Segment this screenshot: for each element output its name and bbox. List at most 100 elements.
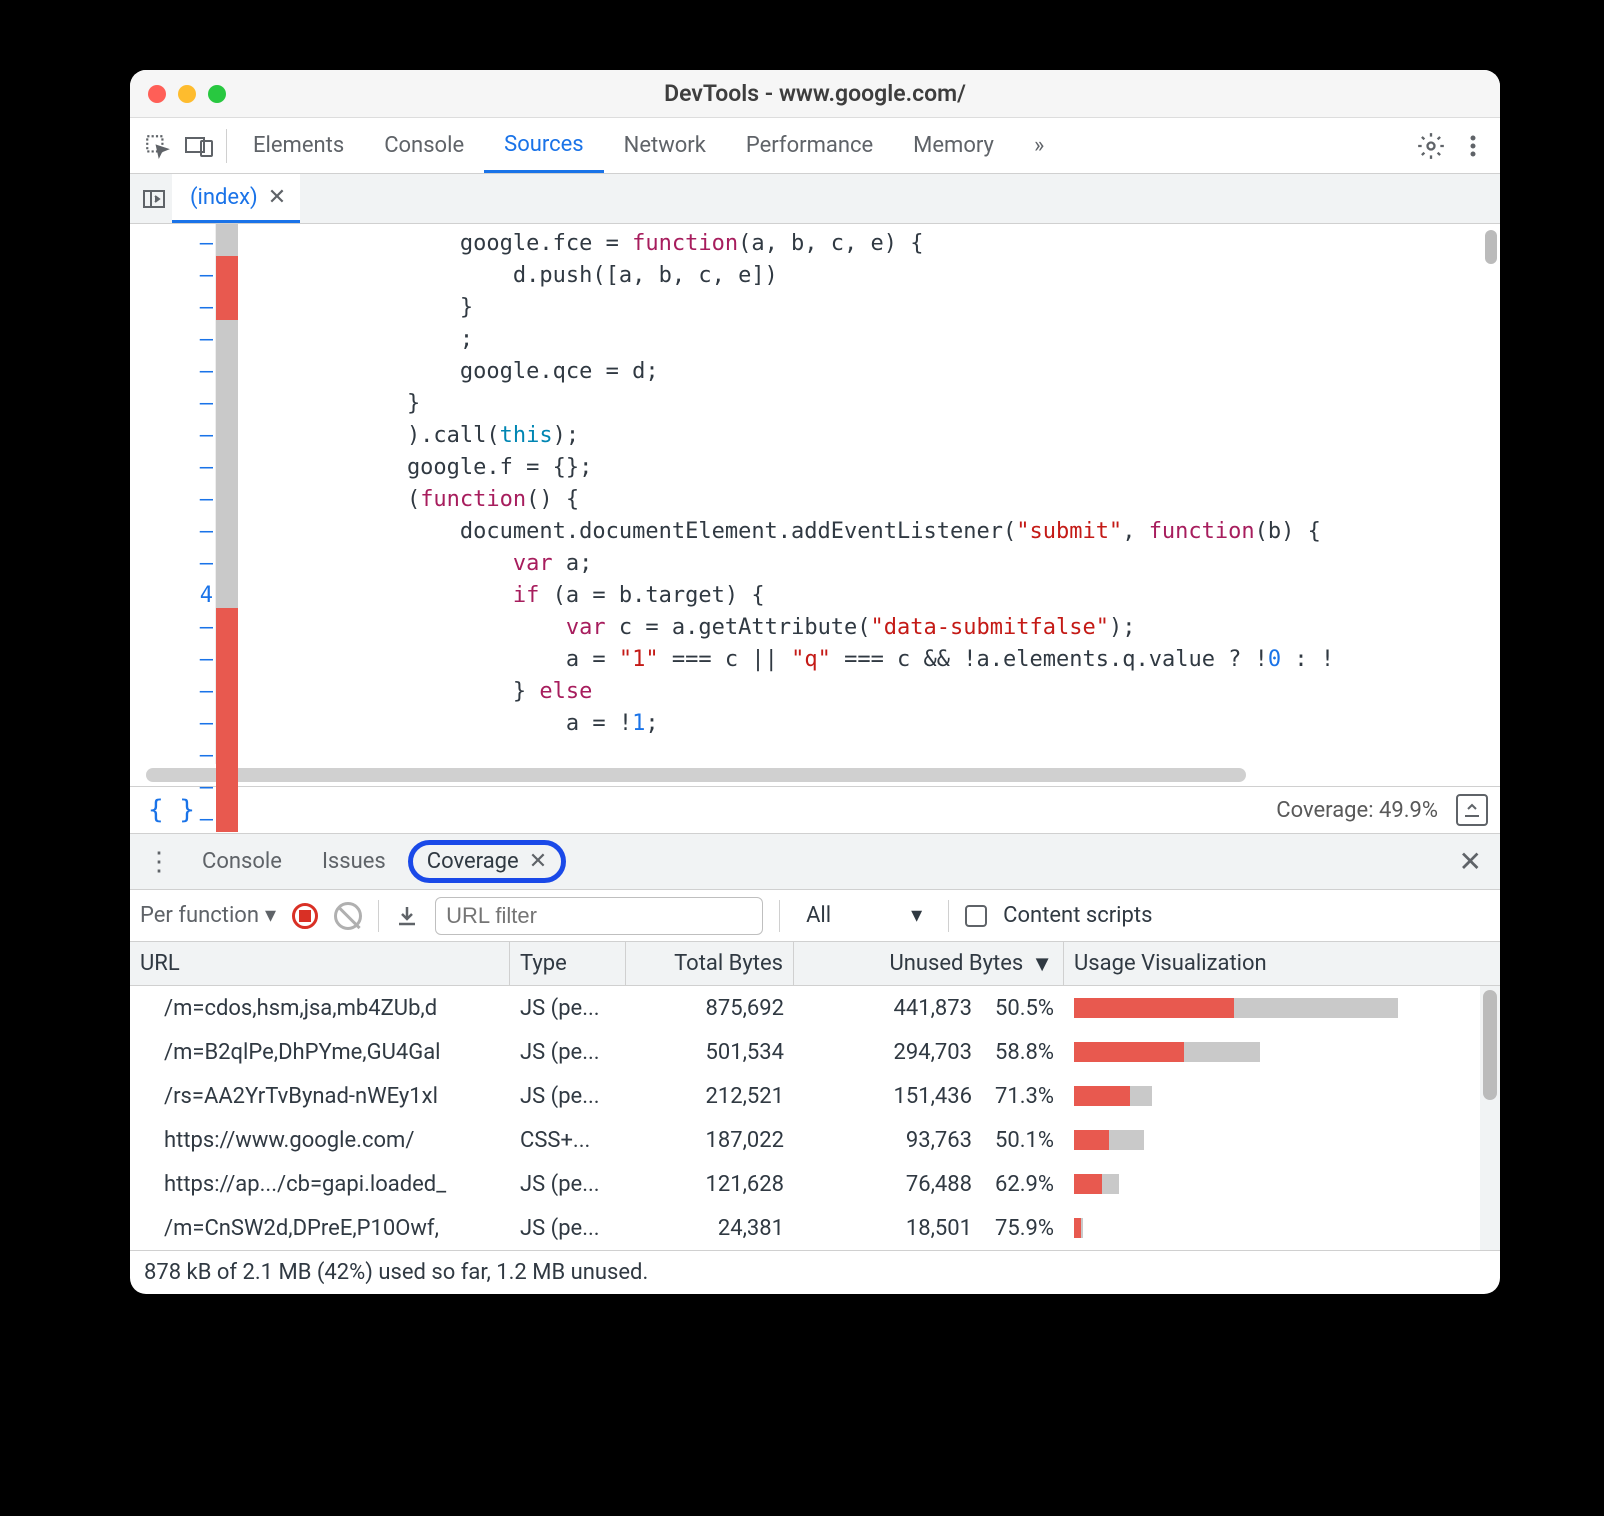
tab-console[interactable]: Console [184, 849, 300, 874]
col-type[interactable]: Type [510, 942, 626, 985]
col-total-bytes[interactable]: Total Bytes [626, 942, 794, 985]
coverage-marker [216, 672, 238, 704]
file-tabs: (index) ✕ [130, 174, 1500, 224]
gutter-marker: – [130, 516, 213, 548]
table-row[interactable]: https://www.google.com/CSS+...187,02293,… [130, 1118, 1480, 1162]
close-drawer-icon[interactable]: ✕ [1449, 845, 1492, 878]
horizontal-scrollbar[interactable] [130, 764, 1500, 786]
gutter-marker: – [130, 484, 213, 516]
coverage-marker [216, 448, 238, 480]
source-code-pane: –––––––––––4––––––– google.fce = functio… [130, 224, 1500, 764]
titlebar: DevTools - www.google.com/ [130, 70, 1500, 118]
col-url[interactable]: URL [130, 942, 510, 985]
more-menu-icon[interactable] [1452, 125, 1494, 167]
tab-network[interactable]: Network [604, 118, 726, 173]
coverage-marker [216, 480, 238, 512]
gutter-marker: – [130, 452, 213, 484]
table-row[interactable]: /m=B2qlPe,DhPYme,GU4GalJS (pe...501,5342… [130, 1030, 1480, 1074]
table-row[interactable]: /m=cdos,hsm,jsa,mb4ZUb,dJS (pe...875,692… [130, 986, 1480, 1030]
coverage-marker [216, 544, 238, 576]
sort-desc-icon: ▼ [1031, 951, 1053, 977]
coverage-marker [216, 320, 238, 352]
tab-elements[interactable]: Elements [233, 118, 364, 173]
clear-button[interactable] [334, 902, 362, 930]
coverage-marker [216, 640, 238, 672]
coverage-table: URL Type Total Bytes Unused Bytes▼ Usage… [130, 942, 1500, 1250]
gutter-marker: – [130, 292, 213, 324]
gutter-marker: – [130, 420, 213, 452]
gutter-marker: – [130, 740, 213, 772]
file-tab-index[interactable]: (index) ✕ [172, 174, 300, 223]
coverage-percent-label: Coverage: 49.9% [1276, 798, 1438, 823]
main-tabs: ElementsConsoleSourcesNetworkPerformance… [130, 118, 1500, 174]
collapse-debugger-icon[interactable] [1456, 794, 1488, 826]
coverage-strip [216, 224, 238, 764]
gutter-marker: – [130, 804, 213, 836]
tab-performance[interactable]: Performance [726, 118, 893, 173]
tab-issues[interactable]: Issues [304, 849, 404, 874]
window-title: DevTools - www.google.com/ [130, 80, 1500, 107]
inspect-icon[interactable] [136, 125, 178, 167]
drawer-tabs: ⋮ Console Issues Coverage ✕ ✕ [130, 834, 1500, 890]
code-content[interactable]: google.fce = function(a, b, c, e) { d.pu… [238, 224, 1500, 764]
chevron-down-icon: ▾ [911, 903, 922, 928]
coverage-marker [216, 704, 238, 736]
col-usage-viz[interactable]: Usage Visualization [1064, 942, 1500, 985]
tab-coverage[interactable]: Coverage ✕ [408, 840, 566, 883]
gutter-marker: – [130, 388, 213, 420]
gutter-marker: – [130, 356, 213, 388]
col-unused-bytes[interactable]: Unused Bytes▼ [794, 942, 1064, 985]
coverage-marker [216, 352, 238, 384]
table-row[interactable]: /rs=AA2YrTvBynad-nWEy1xlJS (pe...212,521… [130, 1074, 1480, 1118]
content-scripts-checkbox[interactable] [965, 905, 987, 927]
export-icon[interactable] [395, 904, 419, 928]
status-bar: 878 kB of 2.1 MB (42%) used so far, 1.2 … [130, 1250, 1500, 1294]
record-button[interactable] [292, 903, 318, 929]
gutter-marker: – [130, 324, 213, 356]
type-filter-dropdown[interactable]: All▾ [796, 903, 932, 928]
coverage-marker [216, 608, 238, 640]
tab-memory[interactable]: Memory [893, 118, 1014, 173]
device-toggle-icon[interactable] [178, 125, 220, 167]
granularity-dropdown[interactable]: Per function▾ [140, 903, 276, 928]
coverage-marker [216, 224, 238, 256]
gutter-marker: – [130, 548, 213, 580]
coverage-marker [216, 416, 238, 448]
gutter-marker: – [130, 260, 213, 292]
tab-console[interactable]: Console [364, 118, 484, 173]
devtools-window: DevTools - www.google.com/ ElementsConso… [130, 70, 1500, 1294]
coverage-marker [216, 384, 238, 416]
coverage-marker [216, 800, 238, 832]
gutter-marker: – [130, 708, 213, 740]
coverage-marker [216, 512, 238, 544]
coverage-marker [216, 736, 238, 768]
tab-sources[interactable]: Sources [484, 118, 604, 173]
gutter-marker: – [130, 772, 213, 804]
drawer-more-icon[interactable]: ⋮ [138, 847, 180, 877]
tabs-overflow[interactable]: » [1014, 118, 1064, 173]
coverage-marker [216, 576, 238, 608]
vertical-scrollbar[interactable] [1482, 224, 1500, 764]
gutter-marker: – [130, 612, 213, 644]
coverage-marker [216, 256, 238, 288]
coverage-tab-label: Coverage [427, 849, 519, 874]
gutter-marker: 4 [130, 580, 213, 612]
table-vertical-scrollbar[interactable] [1480, 986, 1500, 1250]
close-tab-icon[interactable]: ✕ [268, 185, 286, 210]
file-tab-label: (index) [190, 185, 258, 210]
table-row[interactable]: /m=CnSW2d,DPreE,P10Owf,JS (pe...24,38118… [130, 1206, 1480, 1250]
table-header: URL Type Total Bytes Unused Bytes▼ Usage… [130, 942, 1500, 986]
table-row[interactable]: https://ap.../cb=gapi.loaded_JS (pe...12… [130, 1162, 1480, 1206]
code-footer: { } Coverage: 49.9% [130, 786, 1500, 834]
gutter-marker: – [130, 644, 213, 676]
gutter-marker: – [130, 228, 213, 260]
settings-gear-icon[interactable] [1410, 125, 1452, 167]
url-filter-input[interactable] [435, 897, 763, 935]
gutter-marker: – [130, 676, 213, 708]
close-coverage-icon[interactable]: ✕ [529, 849, 547, 874]
navigator-toggle-icon[interactable] [136, 181, 172, 217]
status-text: 878 kB of 2.1 MB (42%) used so far, 1.2 … [144, 1260, 648, 1285]
coverage-marker [216, 768, 238, 800]
content-scripts-label: Content scripts [1003, 903, 1152, 928]
chevron-down-icon: ▾ [265, 903, 276, 928]
